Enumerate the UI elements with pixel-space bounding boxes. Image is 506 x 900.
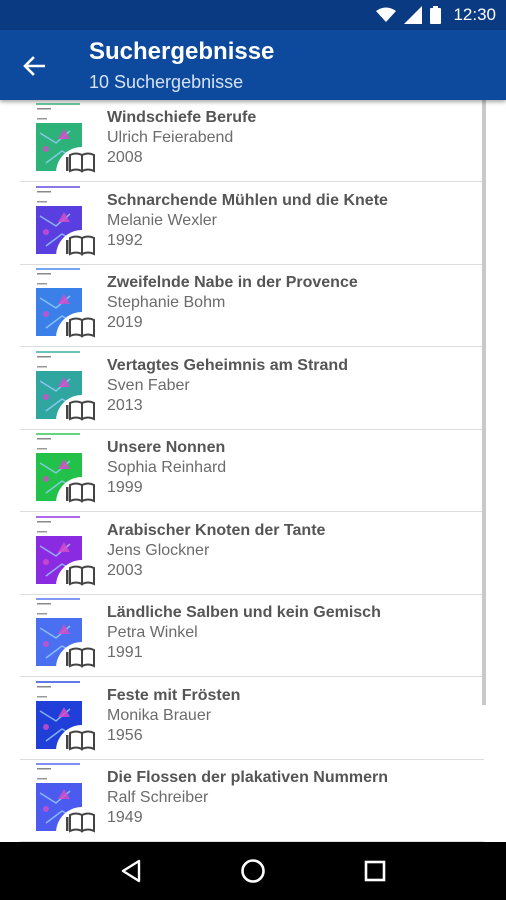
list-item[interactable]: Vertagtes Geheimnis am Strand Sven Faber 2… bbox=[20, 348, 484, 430]
list-item[interactable]: Windschiefe Berufe Ulrich Feierabend 2008 bbox=[20, 100, 484, 182]
book-cover-icon bbox=[36, 268, 98, 344]
home-circle-icon[interactable] bbox=[229, 847, 277, 895]
book-title: Die Flossen der plakativen Nummern bbox=[107, 769, 388, 786]
book-author: Melanie Wexler bbox=[107, 211, 217, 229]
recents-square-icon[interactable] bbox=[351, 847, 399, 895]
book-author: Petra Winkel bbox=[107, 624, 198, 641]
book-title: Windschiefe Berufe bbox=[107, 109, 257, 126]
list-item[interactable]: Die Flossen der plakativen Nummern Ralf S… bbox=[20, 760, 484, 842]
results-list: Windschiefe Berufe Ulrich Feierabend 2008 S… bbox=[0, 100, 506, 842]
book-title: Ländliche Salben und kein Gemisch bbox=[107, 604, 381, 621]
book-title: Schnarchende Mühlen und die Knete bbox=[107, 191, 388, 209]
list-item[interactable]: Schnarchende Mühlen und die Knete Melanie… bbox=[20, 183, 484, 265]
back-triangle-icon[interactable] bbox=[107, 847, 155, 895]
book-cover-icon bbox=[36, 185, 98, 262]
book-year: 2003 bbox=[107, 561, 143, 579]
book-author: Sophia Reinhard bbox=[107, 459, 227, 476]
book-title: Vertagtes Geheimnis am Strand bbox=[107, 356, 348, 374]
book-author: Jens Glockner bbox=[107, 541, 210, 559]
book-title: Arabischer Knoten der Tante bbox=[107, 521, 326, 539]
book-year: 2019 bbox=[107, 314, 143, 331]
book-cover-icon bbox=[36, 433, 98, 509]
book-author: Monika Brauer bbox=[107, 706, 212, 724]
navigation-bar bbox=[0, 842, 506, 900]
signal-icon bbox=[404, 6, 423, 24]
results-count: 10 Suchergebnisse bbox=[89, 72, 244, 92]
book-title: Unsere Nonnen bbox=[107, 439, 226, 456]
book-cover-icon bbox=[36, 598, 98, 674]
list-item[interactable]: Feste mit Frösten Monika Brauer 1956 bbox=[20, 678, 484, 760]
book-year: 2013 bbox=[107, 396, 143, 414]
arrow-left-icon[interactable] bbox=[18, 50, 50, 82]
book-year: 1991 bbox=[107, 644, 143, 661]
book-author: Sven Faber bbox=[107, 376, 190, 394]
list-item[interactable]: Unsere Nonnen Sophia Reinhard 1999 bbox=[20, 430, 484, 512]
page-title: Suchergebnisse bbox=[89, 38, 275, 65]
status-time: 12:30 bbox=[453, 5, 496, 24]
book-cover-icon bbox=[36, 680, 98, 757]
wifi-icon bbox=[376, 7, 397, 23]
book-year: 1949 bbox=[107, 809, 143, 826]
book-author: Stephanie Bohm bbox=[107, 294, 226, 311]
book-cover-icon bbox=[36, 515, 98, 592]
status-bar: 12:30 bbox=[0, 0, 506, 30]
book-cover-icon bbox=[36, 103, 98, 179]
book-author: Ulrich Feierabend bbox=[107, 129, 234, 146]
book-cover-icon bbox=[36, 350, 98, 427]
list-item[interactable]: Arabischer Knoten der Tante Jens Glockner… bbox=[20, 513, 484, 595]
battery-icon bbox=[430, 6, 442, 24]
list-item[interactable]: Zweifelnde Nabe in der Provence Stephanie… bbox=[20, 265, 484, 347]
book-title: Feste mit Frösten bbox=[107, 686, 241, 704]
book-title: Zweifelnde Nabe in der Provence bbox=[107, 274, 358, 291]
book-year: 2008 bbox=[107, 149, 143, 166]
list-item[interactable]: Ländliche Salben und kein Gemisch Petra W… bbox=[20, 595, 484, 677]
book-year: 1956 bbox=[107, 726, 143, 744]
book-cover-icon bbox=[36, 763, 98, 839]
book-year: 1992 bbox=[107, 231, 143, 249]
app-bar: Suchergebnisse 10 Suchergebnisse bbox=[0, 30, 506, 100]
book-year: 1999 bbox=[107, 479, 143, 496]
book-author: Ralf Schreiber bbox=[107, 789, 209, 806]
scrollbar[interactable] bbox=[482, 100, 486, 705]
